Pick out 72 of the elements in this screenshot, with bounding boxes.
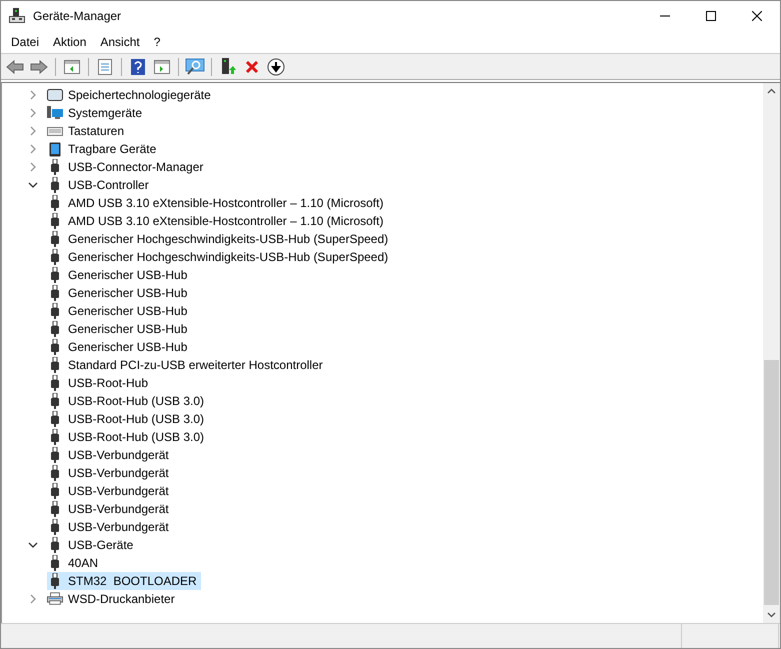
scrollbar[interactable] <box>763 83 780 623</box>
usb-plug-icon <box>51 519 59 535</box>
tree-item[interactable]: Generischer USB-Hub <box>47 284 192 302</box>
tree-item[interactable]: WSD-Druckanbieter <box>47 590 179 608</box>
tree-item[interactable]: Generischer USB-Hub <box>47 266 192 284</box>
properties-button[interactable] <box>95 56 115 76</box>
tree-item[interactable]: USB-Verbundgerät <box>47 482 173 500</box>
tree-item[interactable]: USB-Geräte <box>47 536 138 554</box>
usb-plug-icon <box>51 447 59 463</box>
computer-icon <box>47 106 63 120</box>
tree-item[interactable]: AMD USB 3.10 eXtensible-Hostcontroller – 1.10 (Microsoft) <box>47 194 388 212</box>
usb-plug-icon <box>51 483 59 499</box>
tree-item[interactable]: USB-Root-Hub (USB 3.0) <box>47 392 208 410</box>
usb-plug-icon <box>51 411 59 427</box>
menu-item[interactable]: Aktion <box>46 35 94 49</box>
usb-plug-icon <box>51 159 59 175</box>
tree-item[interactable]: Generischer USB-Hub <box>47 320 192 338</box>
tablet-icon <box>49 142 61 156</box>
close-icon <box>752 11 762 21</box>
menu-item[interactable]: ? <box>146 35 168 49</box>
usb-plug-icon <box>51 393 59 409</box>
printer-icon <box>47 592 63 606</box>
tree-item[interactable]: USB-Verbundgerät <box>47 446 173 464</box>
usb-plug-icon <box>51 303 59 319</box>
usb-plug-icon <box>51 375 59 391</box>
usb-plug-icon <box>51 231 59 247</box>
usb-plug-icon <box>51 501 59 517</box>
maximize-icon <box>706 11 716 21</box>
tree-item[interactable]: Tastaturen <box>47 122 128 140</box>
disable-device-button[interactable] <box>266 56 286 76</box>
usb-plug-icon <box>51 267 59 283</box>
usb-plug-icon <box>51 429 59 445</box>
scroll-thumb[interactable] <box>764 360 779 605</box>
usb-plug-icon <box>51 195 59 211</box>
tree-item[interactable]: Standard PCI-zu-USB erweiterter Hostcontroller <box>47 356 327 374</box>
scan-hardware-button[interactable] <box>185 56 205 76</box>
usb-plug-icon <box>51 573 59 589</box>
tree-item[interactable]: 40AN <box>47 554 102 572</box>
help-button[interactable] <box>128 56 148 76</box>
tree-item[interactable]: Generischer Hochgeschwindigkeits-USB-Hub (SuperSpeed) <box>47 248 392 266</box>
tree-item[interactable]: STM32 BOOTLOADER <box>47 572 201 590</box>
menu-item[interactable]: Datei <box>4 35 46 49</box>
tree-item[interactable]: Speichertechnologiegeräte <box>47 86 215 104</box>
tree-item[interactable]: Generischer USB-Hub <box>47 302 192 320</box>
usb-plug-icon <box>51 177 59 193</box>
tree-item[interactable]: Systemgeräte <box>47 104 146 122</box>
tree-item[interactable]: Tragbare Geräte <box>47 140 160 158</box>
tree-item[interactable]: USB-Controller <box>47 176 153 194</box>
usb-plug-icon <box>51 339 59 355</box>
keyboard-icon <box>47 124 63 138</box>
app-icon <box>9 8 25 24</box>
tree-item[interactable]: USB-Root-Hub (USB 3.0) <box>47 410 208 428</box>
usb-plug-icon <box>51 537 59 553</box>
usb-plug-icon <box>51 555 59 571</box>
tree-item[interactable]: AMD USB 3.10 eXtensible-Hostcontroller – 1.10 (Microsoft) <box>47 212 388 230</box>
tree-item[interactable]: USB-Verbundgerät <box>47 464 173 482</box>
tree-item[interactable]: Generischer Hochgeschwindigkeits-USB-Hub (SuperSpeed) <box>47 230 392 248</box>
usb-plug-icon <box>51 213 59 229</box>
drive-icon <box>47 88 63 102</box>
usb-plug-icon <box>51 465 59 481</box>
usb-plug-icon <box>51 285 59 301</box>
menu-item[interactable]: Ansicht <box>93 35 147 49</box>
window-title: Geräte-Manager <box>33 9 122 23</box>
tree-item[interactable]: Generischer USB-Hub <box>47 338 192 356</box>
usb-plug-icon <box>51 357 59 373</box>
usb-plug-icon <box>51 249 59 265</box>
usb-plug-icon <box>51 321 59 337</box>
tree-item[interactable]: USB-Root-Hub <box>47 374 152 392</box>
tree-item[interactable]: USB-Root-Hub (USB 3.0) <box>47 428 208 446</box>
tree-item[interactable]: USB-Connector-Manager <box>47 158 208 176</box>
tree-item[interactable]: USB-Verbundgerät <box>47 518 173 536</box>
tree-item[interactable]: USB-Verbundgerät <box>47 500 173 518</box>
